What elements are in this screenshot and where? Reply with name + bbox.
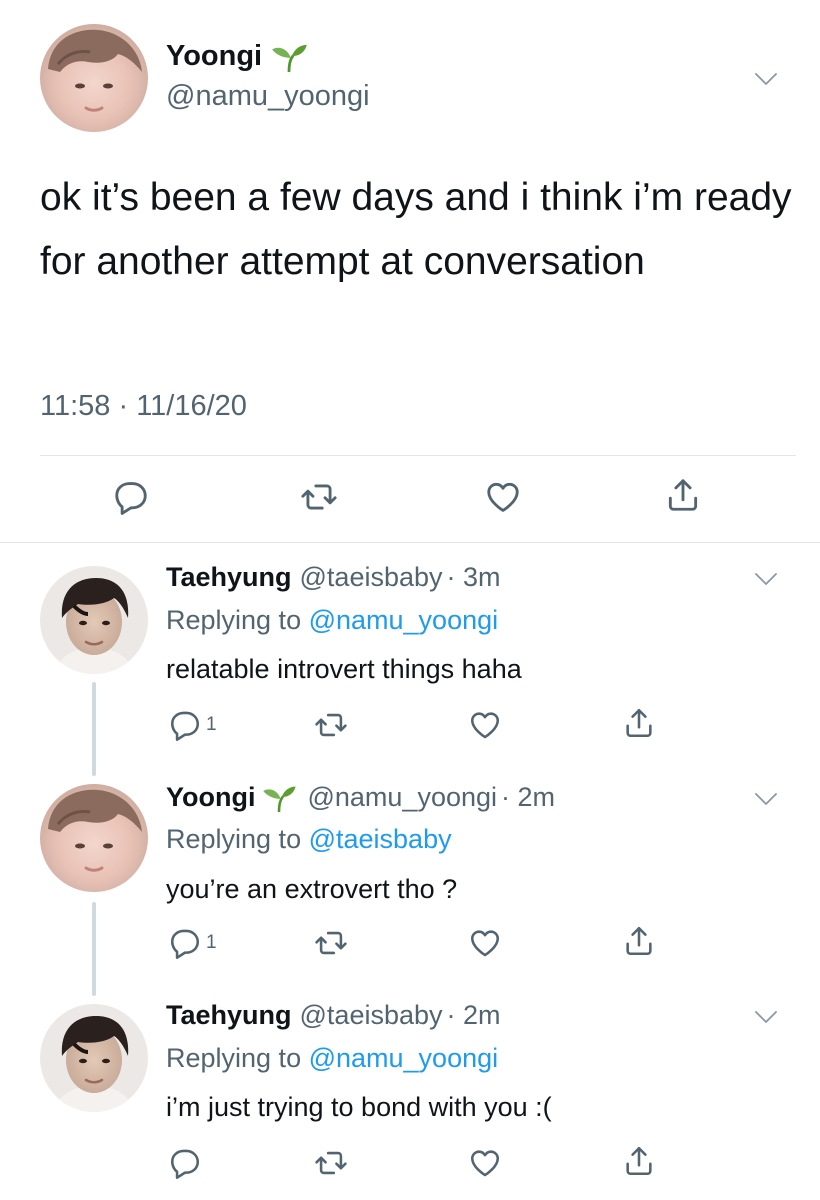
mention-link[interactable]: @taeisbaby	[309, 824, 452, 854]
like-button[interactable]	[468, 708, 502, 742]
avatar[interactable]	[40, 566, 148, 674]
reply-header: Yoongi @namu_yoongi · 2m	[166, 782, 555, 813]
replying-to: Replying to @taeisbaby	[166, 824, 452, 855]
reply-text: you’re an extrovert tho ?	[166, 874, 458, 904]
like-button[interactable]	[468, 1146, 502, 1180]
share-icon	[622, 924, 656, 958]
reply-text: i’m just trying to bond with you :(	[166, 1092, 552, 1122]
author-row: Yoongi	[166, 40, 308, 73]
share-button[interactable]	[622, 924, 656, 958]
reply-icon	[168, 926, 202, 960]
section-divider	[0, 542, 820, 543]
reply-button[interactable]: 1	[168, 926, 217, 960]
author-handle[interactable]: @taeisbaby	[300, 562, 443, 593]
retweet-button[interactable]	[314, 708, 348, 742]
replying-to-label: Replying to	[166, 824, 309, 854]
retweet-icon	[314, 708, 348, 742]
share-icon	[622, 706, 656, 740]
chevron-down-icon[interactable]	[754, 572, 778, 586]
reply-count: 1	[206, 714, 217, 735]
divider	[40, 455, 796, 456]
avatar[interactable]	[40, 784, 148, 892]
retweet-button[interactable]	[300, 478, 338, 516]
author-name[interactable]: Yoongi	[166, 40, 262, 73]
share-button[interactable]	[622, 1144, 656, 1178]
reply-button[interactable]	[168, 1146, 206, 1180]
like-button[interactable]	[468, 926, 502, 960]
like-icon	[468, 708, 502, 742]
reply-count: 1	[206, 932, 217, 953]
avatar-yoongi-image	[40, 24, 148, 132]
share-icon	[622, 1144, 656, 1178]
mention-link[interactable]: @namu_yoongi	[309, 1043, 499, 1073]
avatar-taehyung-image	[40, 1004, 148, 1112]
avatar-taehyung-image	[40, 566, 148, 674]
reply-button[interactable]: 1	[168, 708, 217, 742]
like-icon	[468, 1146, 502, 1180]
like-button[interactable]	[484, 478, 522, 516]
reply-text: relatable introvert things haha	[166, 654, 522, 684]
chevron-down-icon[interactable]	[754, 72, 778, 86]
replying-to-label: Replying to	[166, 605, 309, 635]
chevron-down-icon[interactable]	[754, 792, 778, 806]
retweet-icon	[300, 478, 338, 516]
author-name[interactable]: Taehyung	[166, 562, 292, 593]
avatar-yoongi-image	[40, 784, 148, 892]
reply-icon	[112, 478, 150, 516]
thread-connector	[92, 682, 96, 776]
avatar[interactable]	[40, 1004, 148, 1112]
retweet-button[interactable]	[314, 926, 348, 960]
reply-time[interactable]: · 2m	[501, 782, 555, 813]
reply-header: Taehyung @taeisbaby · 2m	[166, 1000, 501, 1031]
author-handle[interactable]: @namu_yoongi	[307, 782, 497, 813]
reply-button[interactable]	[112, 478, 150, 516]
avatar[interactable]	[40, 24, 148, 132]
author-handle[interactable]: @namu_yoongi	[166, 80, 370, 113]
retweet-icon	[314, 1146, 348, 1180]
replying-to-label: Replying to	[166, 1043, 309, 1073]
seedling-icon	[270, 42, 308, 72]
share-icon	[664, 476, 702, 514]
reply-time[interactable]: · 3m	[447, 562, 501, 593]
author-handle[interactable]: @taeisbaby	[300, 1000, 443, 1031]
share-button[interactable]	[622, 706, 656, 740]
tweet-timestamp[interactable]: 11:58 · 11/16/20	[40, 390, 247, 423]
author-name[interactable]: Yoongi	[166, 782, 255, 813]
tweet-text: ok it’s been a few days and i think i’m …	[40, 176, 792, 283]
reply-header: Taehyung @taeisbaby · 3m	[166, 562, 501, 593]
replying-to: Replying to @namu_yoongi	[166, 605, 498, 636]
reply-time[interactable]: · 2m	[447, 1000, 501, 1031]
retweet-icon	[314, 926, 348, 960]
reply-icon	[168, 708, 202, 742]
chevron-down-icon[interactable]	[754, 1010, 778, 1024]
thread-connector	[92, 902, 96, 996]
like-icon	[484, 478, 522, 516]
author-name[interactable]: Taehyung	[166, 1000, 292, 1031]
replying-to: Replying to @namu_yoongi	[166, 1043, 498, 1074]
mention-link[interactable]: @namu_yoongi	[309, 605, 499, 635]
like-icon	[468, 926, 502, 960]
reply-icon	[168, 1146, 202, 1180]
share-button[interactable]	[664, 476, 702, 514]
seedling-icon	[261, 784, 297, 812]
retweet-button[interactable]	[314, 1146, 348, 1180]
